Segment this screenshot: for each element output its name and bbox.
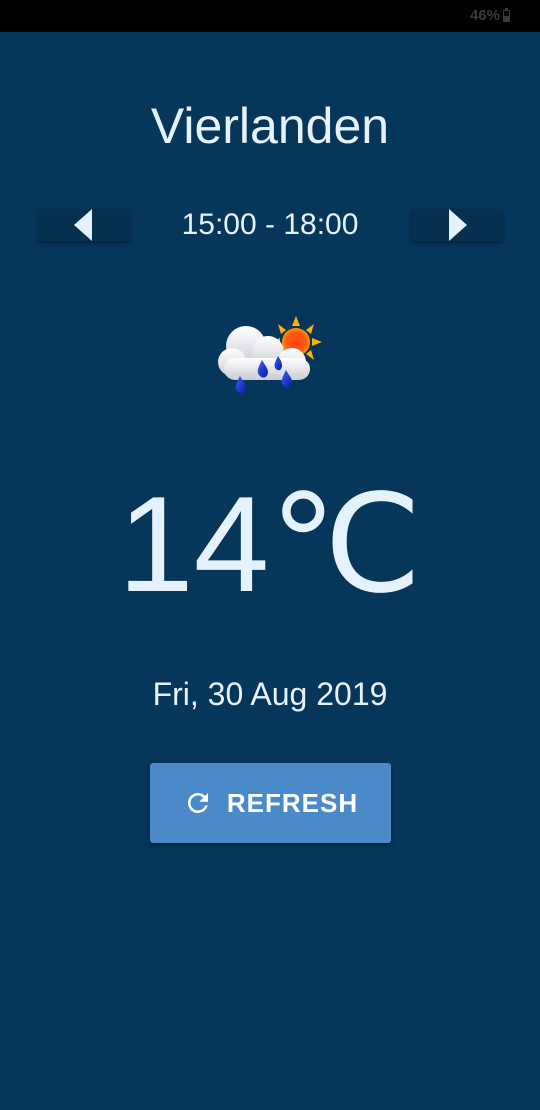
weather-screen: Vierlanden 15:00 - 18:00 14℃ Fri, 30 Aug… [0,32,540,1110]
previous-period-button[interactable] [38,209,130,241]
temperature-value: 14℃ [117,468,422,620]
cloud-rain-sun-icon [218,316,322,394]
battery-percentage: 46% [469,7,500,24]
refresh-button-label: REFRESH [226,787,359,818]
chevron-left-icon [74,209,92,241]
battery-icon [503,7,510,22]
next-period-button[interactable] [411,209,503,241]
time-range-label: 15:00 - 18:00 [181,208,359,241]
city-name: Vierlanden [150,98,390,154]
refresh-icon [187,793,208,813]
battery-indicator: 46% [470,7,510,24]
refresh-button[interactable]: REFRESH [150,763,391,843]
chevron-right-icon [449,209,467,241]
forecast-date: Fri, 30 Aug 2019 [152,676,388,712]
status-bar: 46% [0,0,540,32]
